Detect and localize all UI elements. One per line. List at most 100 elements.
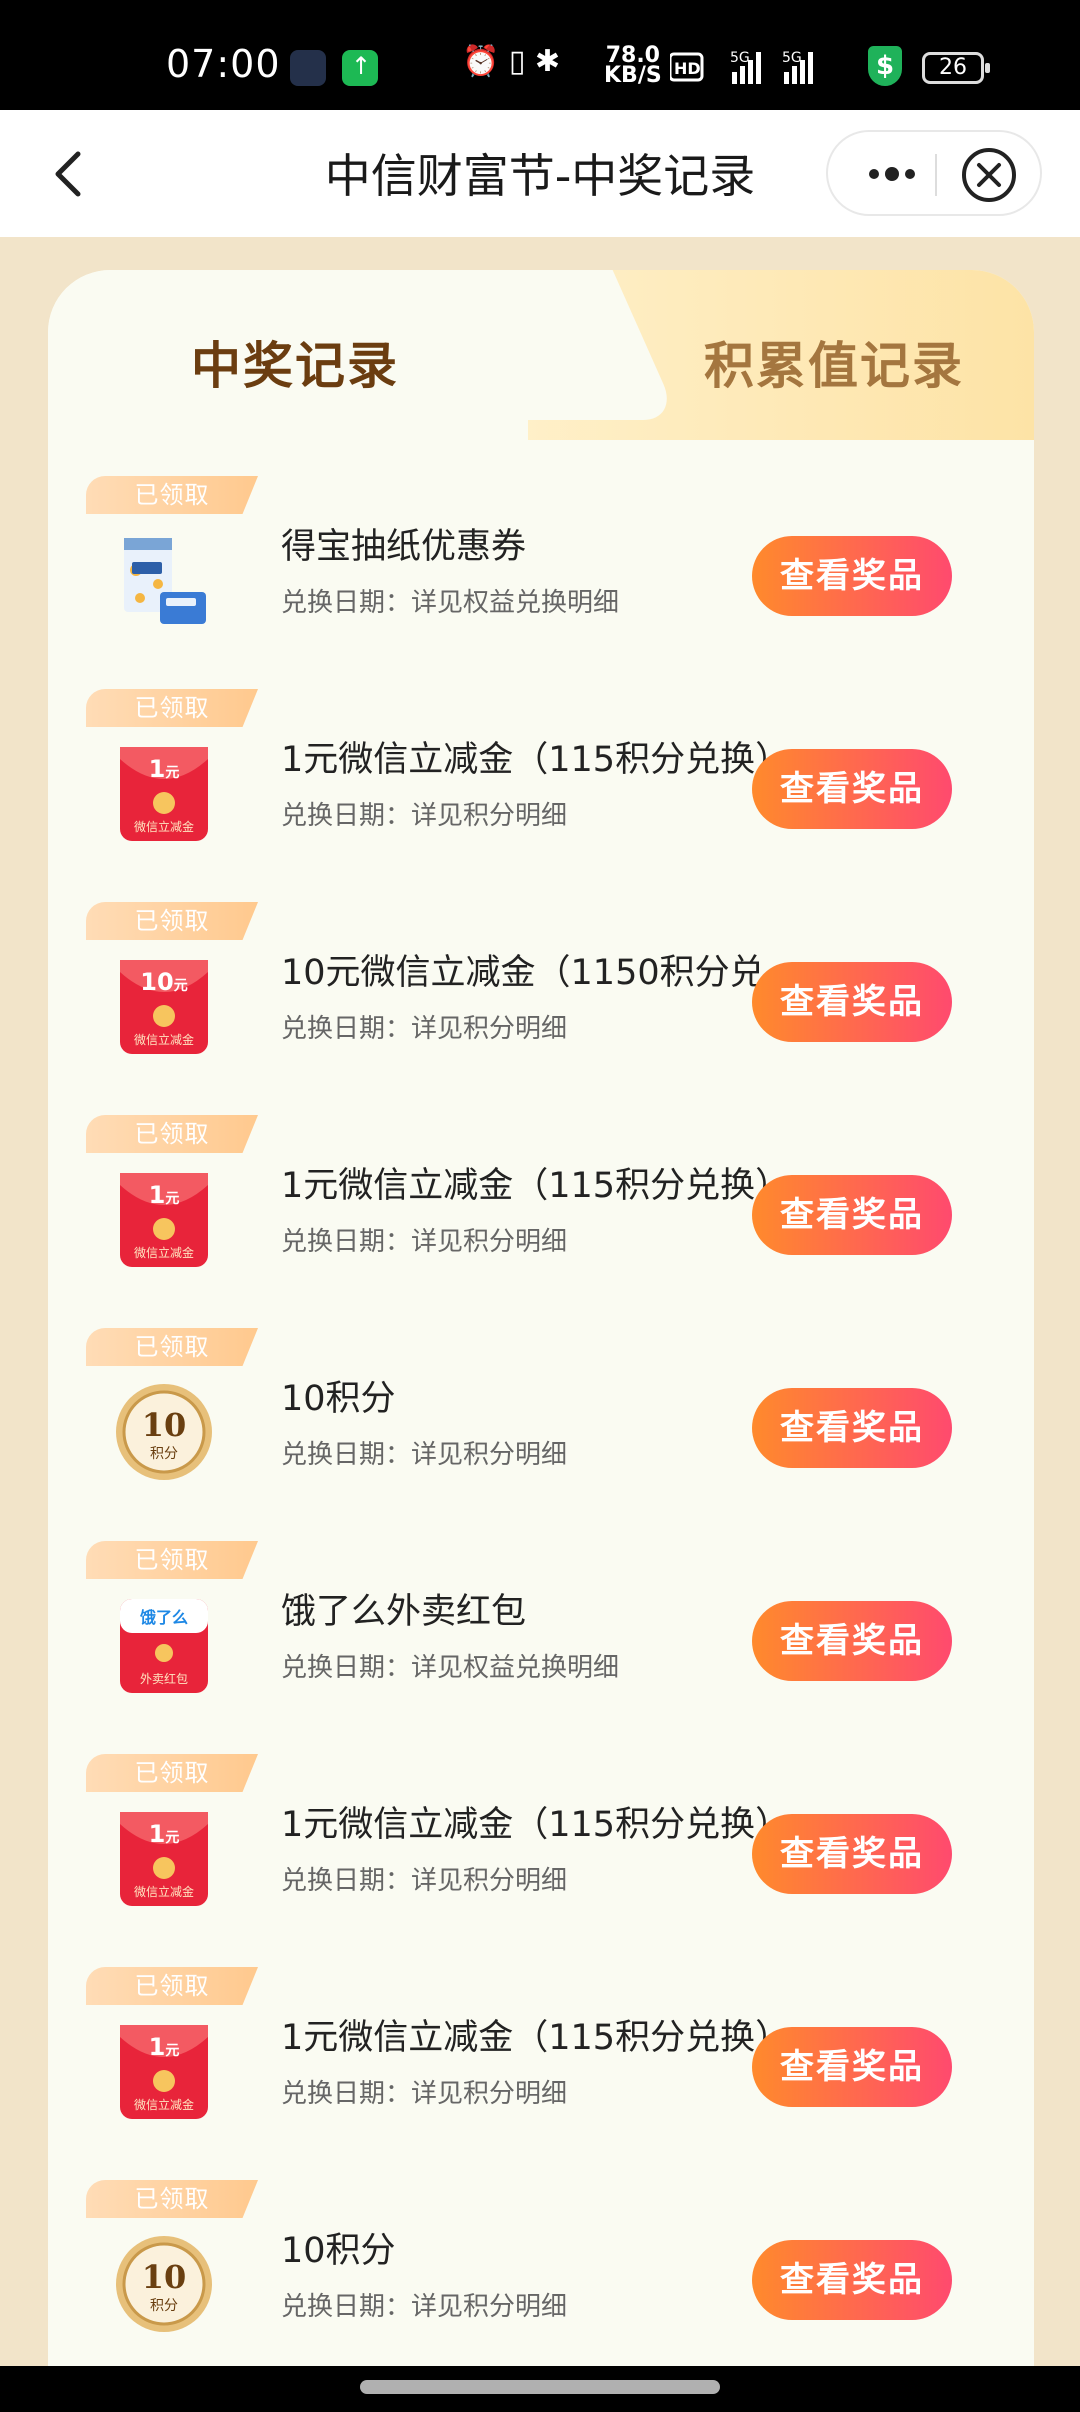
record-title: 1元微信立减金（115积分兑换） — [281, 2018, 791, 2058]
battery-icon: 26 — [922, 52, 990, 84]
svg-text:5G: 5G — [782, 50, 802, 66]
record-exchange-date: 兑换日期：详见权益兑换明细 — [281, 588, 620, 618]
redpacket-label: 外卖红包 — [140, 1671, 188, 1686]
view-prize-button[interactable]: 查看奖品 — [752, 749, 952, 829]
svg-text:HD: HD — [674, 59, 701, 78]
claimed-badge: 已领取 — [86, 1541, 258, 1579]
claimed-badge: 已领取 — [86, 689, 258, 727]
wechat-redpacket-icon: 10元 微信立减金 — [120, 960, 208, 1054]
record-exchange-date: 兑换日期：详见积分明细 — [281, 801, 568, 831]
list-item: 已领取 10 积分 10积分 兑换日期：详见积分明细 查看奖品 — [48, 2180, 1034, 2393]
view-prize-button[interactable]: 查看奖品 — [752, 536, 952, 616]
redpacket-amount: 1 — [149, 2033, 166, 2061]
claimed-badge: 已领取 — [86, 476, 258, 514]
redpacket-unit: 元 — [165, 1830, 179, 1846]
redpacket-unit: 元 — [165, 2043, 179, 2059]
wechat-redpacket-icon: 1元 微信立减金 — [120, 1812, 208, 1906]
list-item: 已领取 1元 微信立减金 1元微信立减金（115积分兑换） 兑换日期：详见积分明… — [48, 689, 1034, 902]
list-item: 已领取 1元 微信立减金 1元微信立减金（115积分兑换） 兑换日期：详见积分明… — [48, 1115, 1034, 1328]
status-time: 07:00 — [166, 42, 281, 86]
record-title: 1元微信立减金（115积分兑换） — [281, 1805, 791, 1845]
prize-record-list: 已领取 得宝抽纸优惠券 兑换日期：详见权益兑换明细 查看奖品 已领取 1元 微信… — [48, 476, 1034, 2393]
home-indicator[interactable] — [360, 2380, 720, 2394]
wechat-redpacket-icon: 1元 微信立减金 — [120, 747, 208, 841]
list-item: 已领取 得宝抽纸优惠券 兑换日期：详见权益兑换明细 查看奖品 — [48, 476, 1034, 689]
notification-app-icon — [290, 50, 326, 86]
view-prize-button[interactable]: 查看奖品 — [752, 962, 952, 1042]
list-item: 已领取 1元 微信立减金 1元微信立减金（115积分兑换） 兑换日期：详见积分明… — [48, 1754, 1034, 1967]
shield-icon: $ — [868, 46, 902, 86]
status-bar: 07:00 ⏰ ▯ ✱ 78.0 KB/S HD 5G 5G $ 26 — [0, 0, 1080, 110]
wechat-redpacket-icon: 1元 微信立减金 — [120, 2025, 208, 2119]
claimed-badge: 已领取 — [86, 1115, 258, 1153]
view-prize-button[interactable]: 查看奖品 — [752, 2027, 952, 2107]
record-exchange-date: 兑换日期：详见权益兑换明细 — [281, 1653, 620, 1683]
claimed-badge: 已领取 — [86, 2180, 258, 2218]
record-title: 饿了么外卖红包 — [281, 1592, 527, 1632]
alarm-icon: ⏰ ▯ ✱ — [462, 44, 561, 79]
tab-prize-records-label: 中奖记录 — [191, 337, 399, 395]
view-prize-button[interactable]: 查看奖品 — [752, 2240, 952, 2320]
record-exchange-date: 兑换日期：详见积分明细 — [281, 1227, 568, 1257]
record-exchange-date: 兑换日期：详见积分明细 — [281, 1014, 568, 1044]
signal-icon: HD 5G 5G — [670, 50, 813, 84]
tab-prize-records[interactable]: 中奖记录 — [48, 270, 528, 440]
claimed-badge: 已领取 — [86, 1967, 258, 2005]
eleme-brand: 饿了么 — [139, 1608, 188, 1627]
records-card: 积累值记录 中奖记录 已领取 得宝抽纸优惠券 兑换日期：详见权益兑换明细 查看奖… — [48, 270, 1034, 2412]
list-item: 已领取 饿了么 外卖红包 饿了么外卖红包 兑换日期：详见权益兑换明细 查看奖品 — [48, 1541, 1034, 1754]
network-speed-unit: KB/S — [604, 63, 662, 88]
redpacket-amount: 1 — [149, 1181, 166, 1209]
record-title: 1元微信立减金（115积分兑换） — [281, 740, 791, 780]
record-title: 10积分 — [281, 1379, 396, 1419]
eleme-redpacket-icon: 饿了么 外卖红包 — [120, 1599, 208, 1693]
redpacket-label: 微信立减金 — [134, 1884, 194, 1899]
record-exchange-date: 兑换日期：详见积分明细 — [281, 2079, 568, 2109]
view-prize-button[interactable]: 查看奖品 — [752, 1175, 952, 1255]
record-exchange-date: 兑换日期：详见积分明细 — [281, 2292, 568, 2322]
claimed-badge: 已领取 — [86, 902, 258, 940]
redpacket-label: 微信立减金 — [134, 1245, 194, 1260]
redpacket-amount: 1 — [149, 1820, 166, 1848]
capsule-divider — [935, 154, 937, 196]
view-prize-button[interactable]: 查看奖品 — [752, 1814, 952, 1894]
claimed-badge: 已领取 — [86, 1754, 258, 1792]
record-title: 得宝抽纸优惠券 — [281, 527, 527, 567]
redpacket-unit: 元 — [165, 765, 179, 781]
network-speed: 78.0 KB/S — [604, 45, 662, 88]
upload-app-icon — [342, 50, 378, 86]
list-item: 已领取 10 积分 10积分 兑换日期：详见积分明细 查看奖品 — [48, 1328, 1034, 1541]
coin-label: 积分 — [150, 1446, 178, 1462]
coin-label: 积分 — [150, 2298, 178, 2314]
view-prize-button[interactable]: 查看奖品 — [752, 1601, 952, 1681]
more-options-icon[interactable] — [852, 132, 932, 216]
redpacket-label: 微信立减金 — [134, 2097, 194, 2112]
record-title: 10元微信立减金（1150积分兑换） — [281, 953, 821, 993]
close-miniprogram-icon[interactable] — [960, 146, 1018, 204]
svg-text:5G: 5G — [730, 50, 750, 66]
wechat-redpacket-icon: 1元 微信立减金 — [120, 1173, 208, 1267]
list-item: 已领取 10元 微信立减金 10元微信立减金（1150积分兑换） 兑换日期：详见… — [48, 902, 1034, 1115]
record-exchange-date: 兑换日期：详见积分明细 — [281, 1440, 568, 1470]
points-coin-icon: 10 积分 — [116, 1384, 212, 1480]
record-exchange-date: 兑换日期：详见积分明细 — [281, 1866, 568, 1896]
record-title: 1元微信立减金（115积分兑换） — [281, 1166, 791, 1206]
battery-level: 26 — [939, 55, 967, 80]
redpacket-unit: 元 — [174, 978, 188, 994]
redpacket-amount: 1 — [149, 755, 166, 783]
redpacket-unit: 元 — [165, 1191, 179, 1207]
coin-amount: 10 — [142, 1406, 187, 1444]
view-prize-button[interactable]: 查看奖品 — [752, 1388, 952, 1468]
claimed-badge: 已领取 — [86, 1328, 258, 1366]
list-item: 已领取 1元 微信立减金 1元微信立减金（115积分兑换） 兑换日期：详见积分明… — [48, 1967, 1034, 2180]
redpacket-amount: 10 — [140, 968, 173, 996]
miniprogram-capsule — [826, 130, 1042, 216]
tab-accumulated-value-label: 积累值记录 — [704, 337, 964, 395]
redpacket-label: 微信立减金 — [134, 1032, 194, 1047]
points-coin-icon: 10 积分 — [116, 2236, 212, 2332]
coin-amount: 10 — [142, 2258, 187, 2296]
redpacket-label: 微信立减金 — [134, 819, 194, 834]
record-title: 10积分 — [281, 2231, 396, 2271]
navigation-bar: 中信财富节-中奖记录 — [0, 110, 1080, 237]
tissue-coupon-icon — [124, 538, 206, 624]
